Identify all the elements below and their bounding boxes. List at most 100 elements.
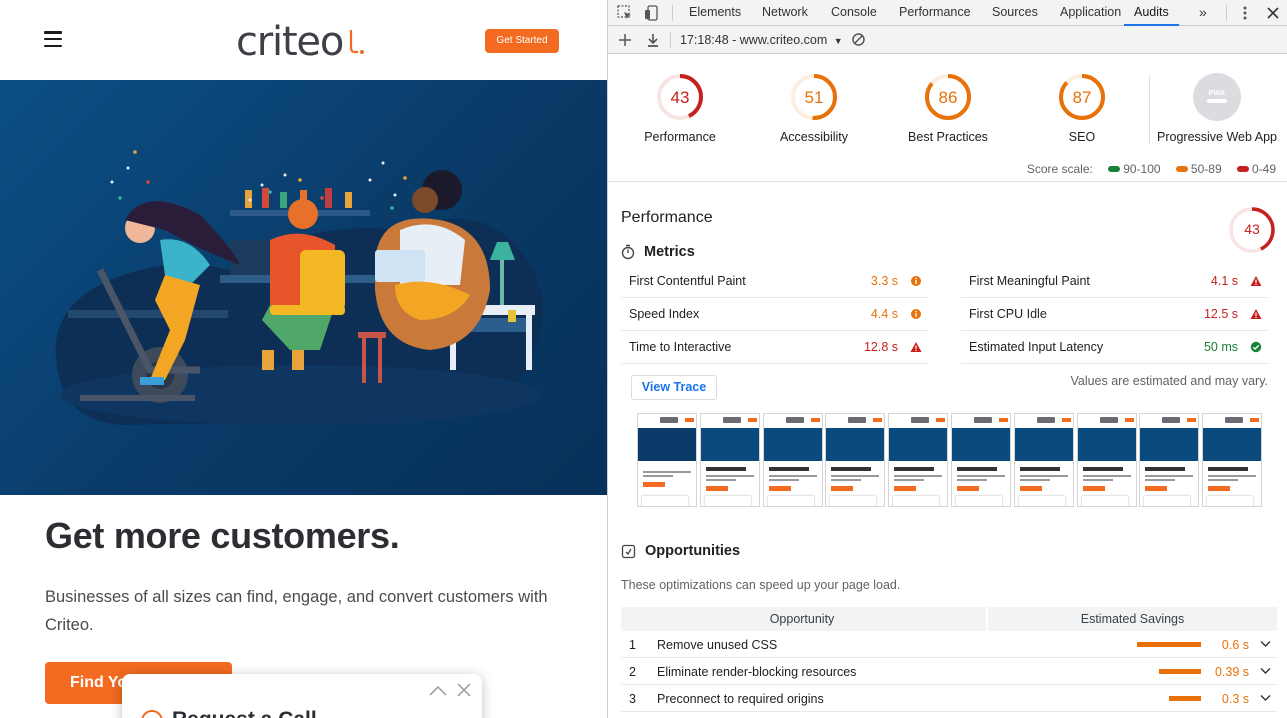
tab-application[interactable]: Application [1060,0,1121,26]
criteo-logo[interactable]: criteo [236,18,344,66]
estimated-note: Values are estimated and may vary. [1070,374,1268,388]
close-icon[interactable] [456,682,472,698]
tab-console[interactable]: Console [831,0,877,26]
opportunity-name: Remove unused CSS [657,638,778,652]
hero-headline: Get more customers. [45,515,400,556]
filmstrip-frame [699,413,760,507]
gauge-label: Best Practices [908,130,988,144]
opportunities-title: Opportunities [645,543,741,559]
request-call-title: Request a Call [172,708,317,718]
view-trace-button[interactable]: View Trace [631,375,717,400]
gauge-label: SEO [1068,130,1096,144]
metrics-header: Metrics [621,244,695,260]
metric-name: First CPU Idle [969,307,1047,321]
metric-value: 50 ms [1203,340,1238,354]
devtools-tabbar: Elements Network Console Performance Sou… [608,0,1287,26]
average-pill-icon [1175,166,1188,173]
metric-value: 3.3 s [870,274,898,288]
filmstrip-frame [951,413,1011,507]
site-header: criteo Get Started [0,0,607,80]
report-selector[interactable]: 17:18:48 - www.criteo.com ▼ [680,33,843,47]
gauge-performance[interactable]: 43 Performance [613,73,747,144]
savings-value: 0.6 s [1221,638,1249,652]
pwa-badge-icon [1193,73,1241,121]
divider [608,181,1287,182]
download-report-icon[interactable] [644,31,662,49]
metric-row: Time to Interactive 12.8 s [621,331,928,364]
opportunities-table-header: Opportunity Estimated Savings [621,607,1277,631]
opportunity-row[interactable]: 2 Eliminate render-blocking resources 0.… [621,658,1277,685]
gauge-accessibility[interactable]: 51 Accessibility [747,73,881,144]
metric-value: 12.5 s [1203,307,1238,321]
pass-check-icon [1250,341,1262,353]
metric-name: Time to Interactive [629,340,732,354]
clear-all-icon[interactable] [851,32,866,47]
gauge-score: 51 [804,88,824,107]
hamburger-menu-icon[interactable] [44,31,62,48]
gauge-score: 86 [938,88,958,107]
filmstrip-frame [1076,413,1137,507]
website-viewport: criteo Get Started Get more customers. B… [0,0,607,718]
gauge-score: 87 [1072,88,1092,107]
report-selector-label: 17:18:48 - www.criteo.com [680,33,828,47]
tab-elements[interactable]: Elements [689,0,741,26]
chevron-down-icon[interactable] [1260,640,1271,648]
filmstrip-frame [637,413,697,507]
device-toolbar-icon[interactable] [643,4,661,22]
filmstrip-frame [1202,413,1263,507]
average-info-icon [911,276,921,286]
score-range-average: 50-89 [1190,162,1222,176]
close-devtools-icon[interactable] [1264,4,1282,22]
savings-bar [1169,696,1201,701]
stopwatch-icon [621,244,635,260]
metric-row: First Contentful Paint 3.3 s [621,265,928,298]
metrics-title: Metrics [644,244,695,260]
opportunity-name: Preconnect to required origins [657,692,824,706]
tab-audits[interactable]: Audits [1124,0,1179,26]
more-options-icon[interactable] [1236,4,1254,22]
hero-subtext: Businesses of all sizes can find, engage… [45,588,548,634]
tab-sources[interactable]: Sources [992,0,1038,26]
get-started-button[interactable]: Get Started [485,29,559,53]
savings-value: 0.39 s [1214,665,1249,679]
tab-network[interactable]: Network [762,0,808,26]
gauge-pwa[interactable]: PWA Progressive Web App [1150,73,1284,144]
opportunities-icon [621,544,636,558]
tab-performance[interactable]: Performance [899,0,971,26]
opportunity-row[interactable]: 1 Remove unused CSS 0.6 s [621,631,1277,658]
more-tabs-button[interactable]: » [1199,0,1207,26]
metric-value: 4.1 s [1210,274,1238,288]
gauge-label: Progressive Web App [1157,130,1277,144]
performance-section-title: Performance [621,209,713,226]
score-range-fail: 0-49 [1251,162,1276,176]
phone-icon [141,710,163,718]
gauge-seo[interactable]: 87 SEO [1015,73,1149,144]
fail-warning-icon [1250,309,1262,319]
opportunity-name: Eliminate render-blocking resources [657,665,857,679]
opportunity-row[interactable]: 3 Preconnect to required origins 0.3 s [621,685,1277,712]
metric-row: First Meaningful Paint 4.1 s [961,265,1268,298]
gauge-label: Performance [644,130,716,144]
performance-section-score: 43 [1244,221,1260,237]
pwa-badge-text: PWA [1208,90,1226,97]
chevron-down-icon[interactable] [1260,694,1271,702]
metric-name: First Contentful Paint [629,274,746,288]
opportunity-number: 3 [629,692,636,706]
chevron-up-icon[interactable] [428,683,448,697]
opportunities-header: Opportunities [621,543,740,559]
opportunities-table: Opportunity Estimated Savings 1 Remove u… [621,607,1277,712]
fail-warning-icon [1250,276,1262,286]
new-audit-icon[interactable] [616,31,634,49]
metric-row: Speed Index 4.4 s [621,298,928,331]
gauge-best-practices[interactable]: 86 Best Practices [881,73,1015,144]
score-scale: Score scale: 90-100 50-89 0-49 [1027,162,1276,176]
column-header-opportunity: Opportunity [769,612,835,626]
dropdown-arrow-icon: ▼ [833,36,843,46]
metric-row: First CPU Idle 12.5 s [961,298,1268,331]
chevron-down-icon[interactable] [1260,667,1271,675]
inspect-element-icon[interactable] [616,4,634,22]
logo-mark-icon [349,30,364,54]
column-header-savings: Estimated Savings [986,607,1277,631]
score-scale-label: Score scale: [1026,162,1093,176]
audits-toolbar: 17:18:48 - www.criteo.com ▼ [608,26,1287,54]
